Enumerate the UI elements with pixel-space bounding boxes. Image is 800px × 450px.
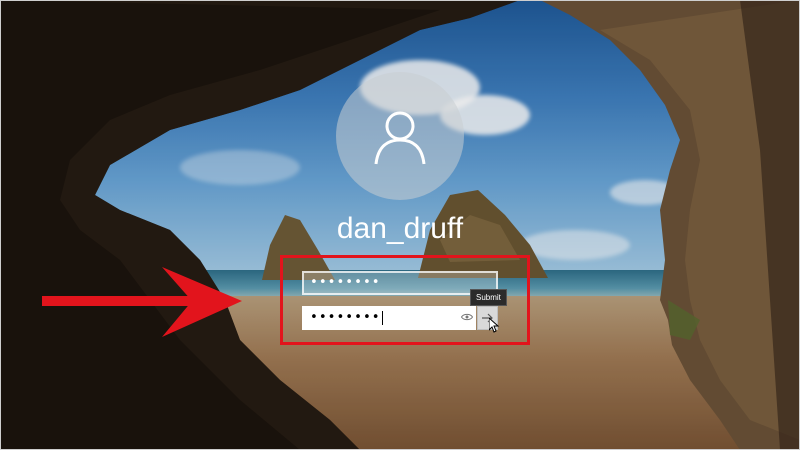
red-arrow-icon bbox=[42, 267, 242, 337]
user-avatar bbox=[336, 72, 464, 200]
user-icon bbox=[374, 111, 426, 165]
username-label: dan_druff bbox=[336, 212, 464, 245]
lock-screen: dan_druff •••••••• •••••••• Submit bbox=[0, 0, 800, 450]
highlight-box bbox=[280, 255, 530, 345]
